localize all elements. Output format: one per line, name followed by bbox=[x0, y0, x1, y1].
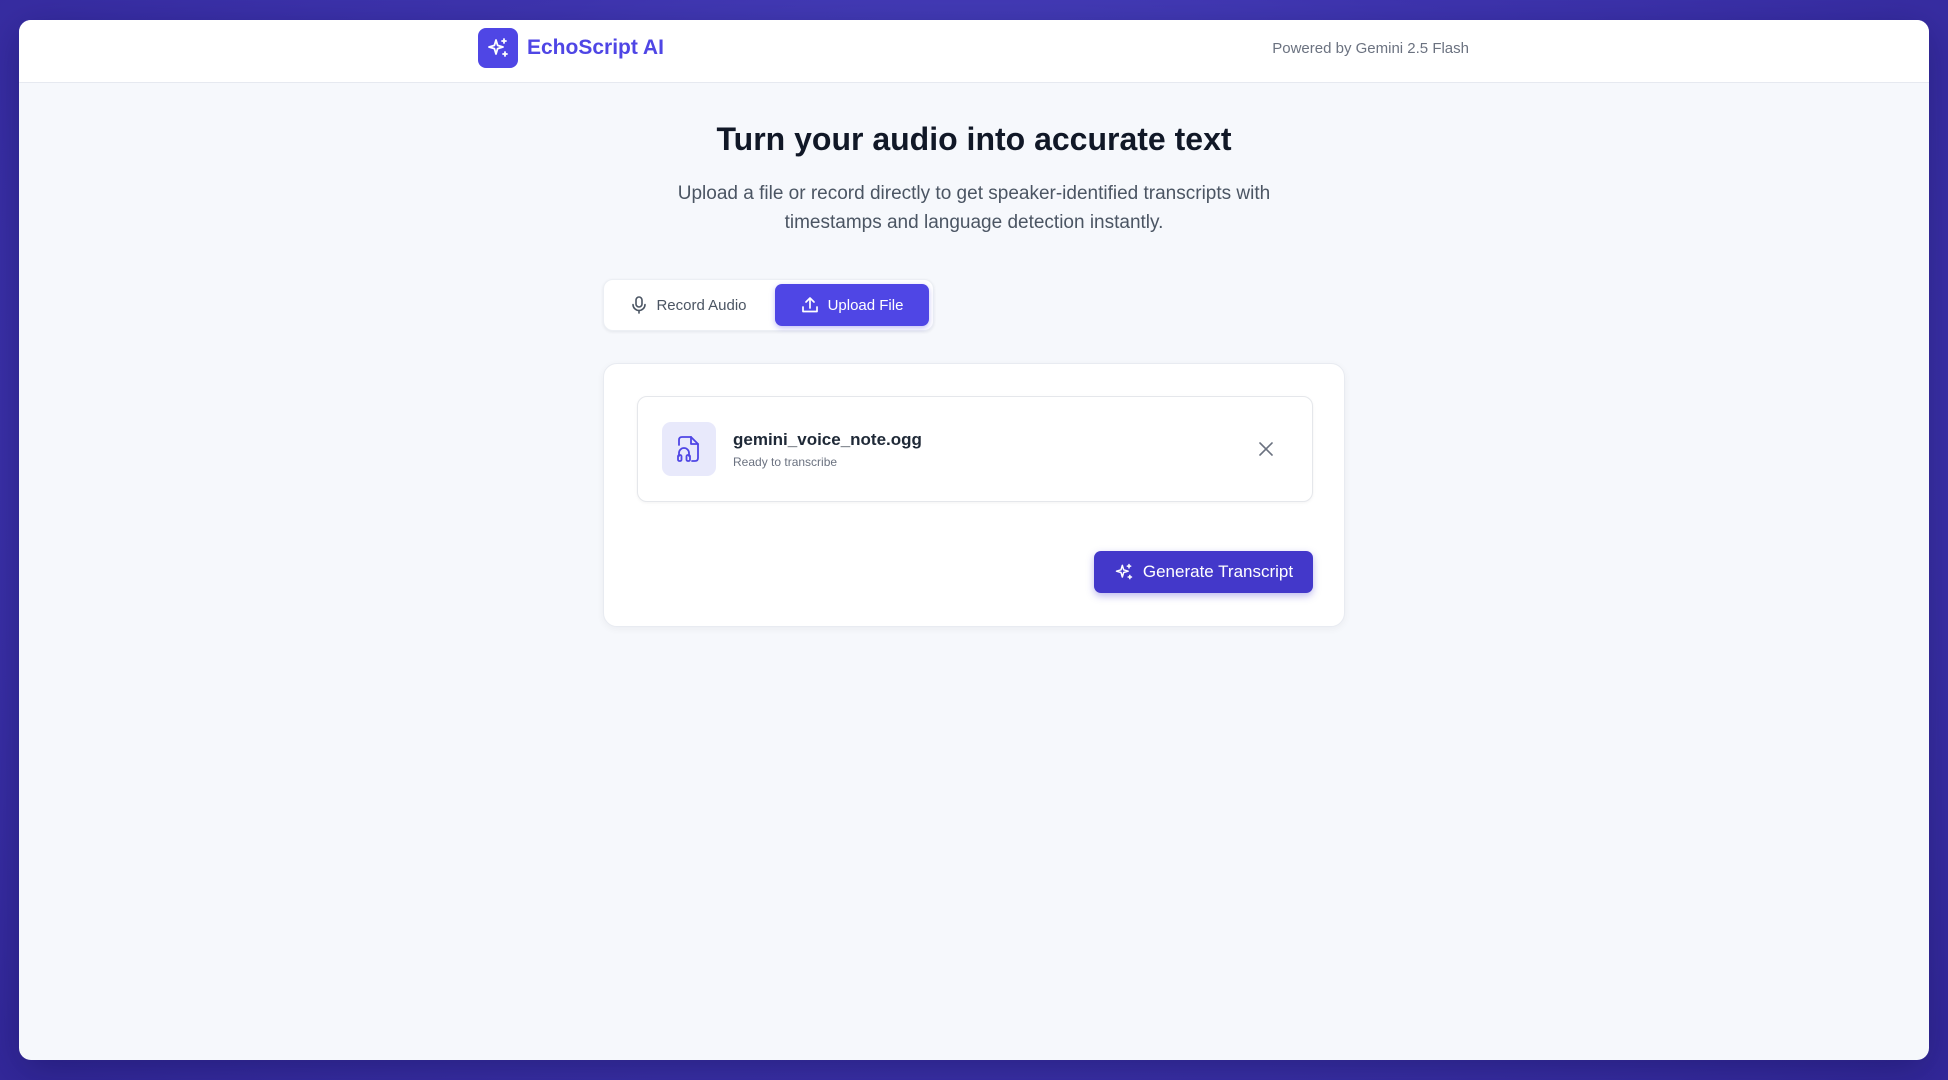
upload-card: gemini_voice_note.ogg Ready to transcrib… bbox=[603, 363, 1345, 627]
page-subtitle: Upload a file or record directly to get … bbox=[677, 183, 1271, 233]
selected-file: gemini_voice_note.ogg Ready to transcrib… bbox=[637, 396, 1313, 502]
brand[interactable]: EchoScript AI bbox=[478, 28, 664, 68]
top-bar: EchoScript AI Powered by Gemini 2.5 Flas… bbox=[19, 20, 1929, 83]
file-status: Ready to transcribe bbox=[733, 455, 838, 469]
page-title: Turn your audio into accurate text bbox=[716, 121, 1232, 157]
powered-by-label: Powered by Gemini 2.5 Flash bbox=[1272, 40, 1469, 57]
generate-transcript-button[interactable]: Generate Transcript bbox=[1094, 551, 1313, 593]
sparkles-icon bbox=[1114, 562, 1143, 582]
upload-icon bbox=[801, 296, 828, 314]
remove-file-button[interactable] bbox=[1254, 437, 1278, 461]
audio-file-icon bbox=[662, 422, 716, 476]
tab-record-audio-label: Record Audio bbox=[656, 296, 747, 314]
generate-transcript-label: Generate Transcript bbox=[1142, 562, 1294, 581]
tab-upload-file-label: Upload File bbox=[827, 296, 904, 314]
tab-upload-file[interactable]: Upload File bbox=[775, 284, 929, 326]
file-name: gemini_voice_note.ogg bbox=[733, 430, 922, 449]
app-window: EchoScript AI Powered by Gemini 2.5 Flas… bbox=[19, 20, 1929, 1060]
microphone-icon bbox=[631, 296, 656, 314]
input-mode-tabs: Record Audio Upload File bbox=[603, 279, 934, 331]
brand-name: EchoScript AI bbox=[527, 36, 664, 59]
sparkles-icon bbox=[478, 28, 518, 68]
tab-record-audio[interactable]: Record Audio bbox=[610, 284, 768, 326]
close-icon bbox=[1258, 441, 1274, 457]
